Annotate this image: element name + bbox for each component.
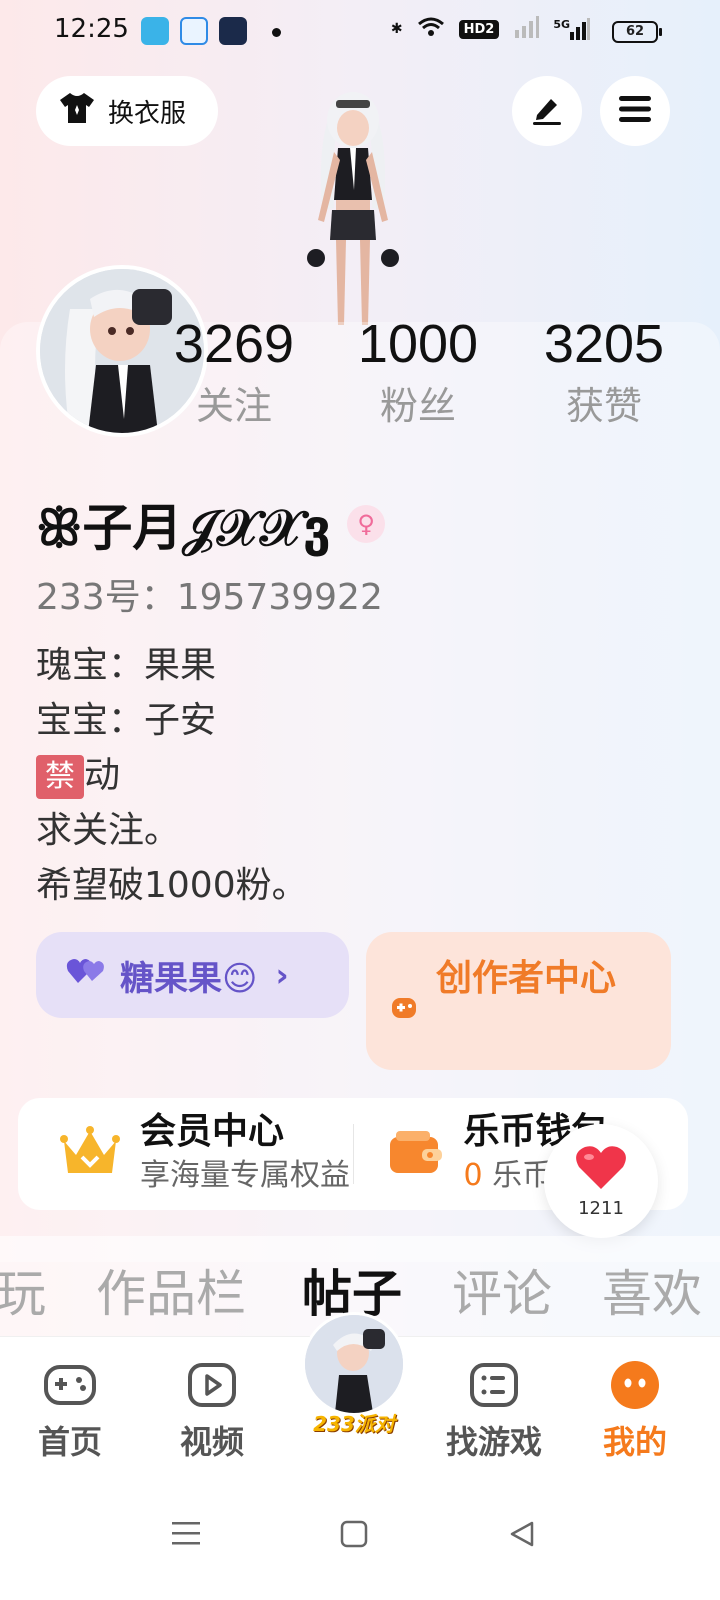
system-navigation-bar <box>0 1486 720 1600</box>
female-gender-icon: ♀ <box>347 505 386 543</box>
username-row: ꕥ子月𝒥𝒳𝒳ვ ♀ <box>36 488 386 560</box>
nav-233-party[interactable]: 233派对 <box>302 1312 406 1462</box>
tab-works[interactable]: 作品栏 <box>96 1254 246 1326</box>
avatar-character[interactable] <box>288 90 418 325</box>
likes-label: 获赞 <box>565 384 642 428</box>
like-count: 1211 <box>578 1198 624 1219</box>
face-icon <box>608 1361 662 1409</box>
floating-like-button[interactable]: 1211 <box>544 1124 658 1238</box>
nav-find-games[interactable]: 找游戏 <box>424 1357 564 1463</box>
nav-video-label: 视频 <box>179 1423 244 1461</box>
followers-count: 1000 <box>357 314 479 374</box>
bluetooth-icon: ✱ <box>390 21 403 37</box>
couple-relationship-button[interactable]: 糖果果😊 › <box>36 932 349 1018</box>
chevron-right-icon: › <box>275 956 289 994</box>
more-notifications-dot <box>272 28 281 37</box>
nav-home[interactable]: 首页 <box>0 1357 140 1463</box>
list-icon <box>467 1361 521 1409</box>
change-outfit-button[interactable]: 换衣服 <box>36 76 218 146</box>
party-label: 233派对 <box>313 1412 395 1436</box>
followers-stat[interactable]: 1000 粉丝 <box>328 312 508 436</box>
home-square-icon[interactable] <box>340 1520 368 1552</box>
gamepad-plus-icon <box>390 984 420 1070</box>
member-center-title: 会员中心 <box>140 1111 285 1152</box>
bio-line: 希望破1000粉。 <box>36 865 308 906</box>
user-id[interactable]: 233号：195739922 <box>36 568 383 620</box>
wifi-icon <box>417 16 445 42</box>
hd-icon: HD2 <box>458 19 500 39</box>
back-triangle-icon[interactable] <box>508 1520 536 1552</box>
play-icon <box>185 1361 239 1409</box>
change-outfit-label: 换衣服 <box>108 98 187 129</box>
edit-profile-button[interactable] <box>512 76 582 146</box>
nav-mine-label: 我的 <box>602 1423 667 1461</box>
signal-icon-1 <box>513 16 540 42</box>
party-avatar <box>302 1312 406 1416</box>
menu-button[interactable] <box>600 76 670 146</box>
gamepad-icon <box>43 1361 97 1409</box>
likes-count: 3205 <box>543 314 665 374</box>
bio-line: 宝宝：子安 <box>36 700 217 741</box>
likes-stat[interactable]: 3205 获赞 <box>514 312 694 436</box>
recent-apps-icon[interactable] <box>172 1520 200 1550</box>
member-center-subtitle: 享海量专属权益 <box>140 1158 350 1193</box>
followers-label: 粉丝 <box>379 384 456 428</box>
following-stat[interactable]: 3269 关注 <box>144 312 324 436</box>
shirt-icon <box>58 91 96 132</box>
following-label: 关注 <box>195 384 272 428</box>
nav-home-label: 首页 <box>37 1423 102 1461</box>
status-time: 12:25 <box>54 14 129 44</box>
heart-icon <box>575 1145 627 1196</box>
ban-emoji-icon: 禁 <box>36 755 84 799</box>
hamburger-icon <box>618 94 652 128</box>
notification-app-icon-2 <box>180 17 208 45</box>
nav-mine[interactable]: 我的 <box>565 1357 705 1463</box>
bio-line: 禁动 <box>36 748 308 803</box>
creator-center-label: 创作者中心 <box>436 958 617 999</box>
signal-icon-5g: 5G <box>553 18 590 40</box>
username: ꕥ子月𝒥𝒳𝒳ვ <box>36 499 332 557</box>
notification-app-icon-3 <box>219 17 247 45</box>
couple-name: 糖果果😊 <box>120 958 258 999</box>
tab-play[interactable]: 玩 <box>0 1254 46 1326</box>
crown-icon <box>60 1125 120 1183</box>
bio-line: 求关注。 <box>36 810 181 851</box>
bio: 瑰宝：果果 宝宝：子安 禁动 求关注。 希望破1000粉。 <box>36 638 308 913</box>
creator-center-button[interactable]: 创作者中心 <box>366 932 671 1070</box>
tab-likes[interactable]: 喜欢 <box>602 1254 702 1326</box>
tab-comments[interactable]: 评论 <box>452 1254 552 1326</box>
bio-line: 瑰宝：果果 <box>36 645 217 686</box>
notification-app-icon-1 <box>141 17 169 45</box>
following-count: 3269 <box>173 314 295 374</box>
nav-find-games-label: 找游戏 <box>445 1423 542 1461</box>
nav-video[interactable]: 视频 <box>142 1357 282 1463</box>
pen-icon <box>529 91 565 131</box>
status-bar: 12:25 ✱ HD2 5G 62 <box>0 0 720 64</box>
wallet-icon <box>388 1127 444 1181</box>
battery-icon: 62 <box>612 21 662 43</box>
double-heart-icon <box>66 955 106 996</box>
member-center-button[interactable]: 会员中心 享海量专属权益 <box>18 1110 353 1198</box>
